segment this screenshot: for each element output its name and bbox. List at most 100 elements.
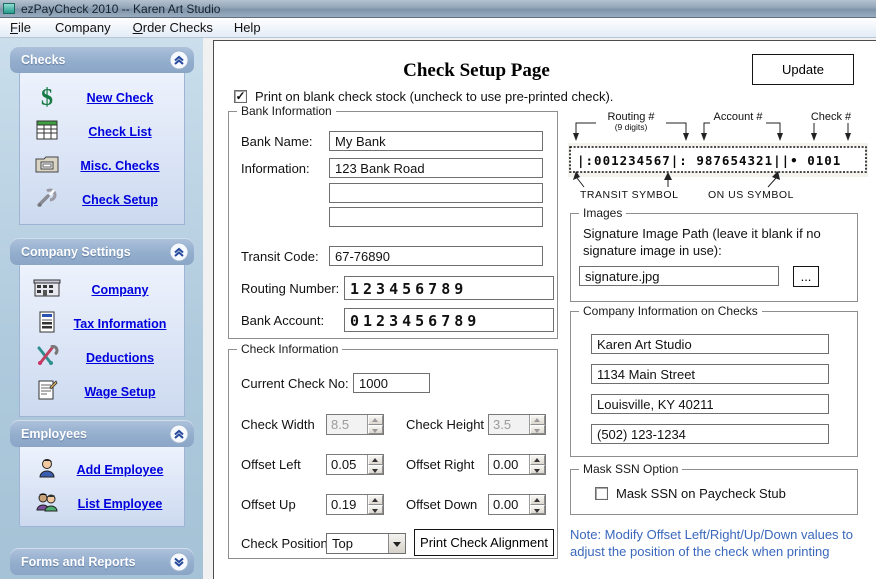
dropdown-arrow-icon[interactable]	[388, 534, 405, 553]
sidebar-item-check-list[interactable]: Check List	[20, 115, 184, 149]
app-window: ezPayCheck 2010 -- Karen Art Studio File…	[0, 0, 876, 579]
bank-name-input[interactable]	[329, 131, 543, 151]
menu-file[interactable]: File	[4, 18, 37, 37]
app-icon	[3, 3, 15, 14]
offset-up-stepper[interactable]: 0.19	[326, 494, 384, 515]
check-height-stepper: 3.5	[488, 414, 546, 435]
sidebar-item-deductions[interactable]: Deductions	[20, 341, 184, 375]
sidebar-link-check-setup[interactable]: Check Setup	[64, 193, 184, 207]
sidebar-link-add-employee[interactable]: Add Employee	[64, 463, 184, 477]
sidebar-link-deductions[interactable]: Deductions	[64, 351, 184, 365]
section-header-checks[interactable]: Checks	[10, 46, 194, 73]
company-phone-input[interactable]	[591, 424, 829, 444]
sidebar-item-tax-information[interactable]: Tax Information	[20, 307, 184, 341]
title-bar: ezPayCheck 2010 -- Karen Art Studio	[0, 0, 876, 18]
routing-digits-label: (9 digits)	[615, 122, 648, 132]
current-check-no-input[interactable]	[353, 373, 430, 393]
bank-information-group: Bank Information Bank Name: Information:…	[228, 111, 558, 339]
menu-bar: File Company Order Checks Help	[0, 18, 876, 38]
account-number-diagram-label: Account #	[714, 111, 764, 123]
sidebar-link-check-list[interactable]: Check List	[64, 125, 184, 139]
offset-right-stepper[interactable]: 0.00	[488, 454, 546, 475]
mask-ssn-legend: Mask SSN Option	[579, 462, 682, 476]
sidebar-link-misc-checks[interactable]: Misc. Checks	[64, 159, 184, 173]
spin-down-icon[interactable]	[530, 505, 545, 515]
micr-diagram: Routing # (9 digits) Account # Check # |…	[568, 107, 870, 201]
check-width-stepper: 8.5	[326, 414, 384, 435]
mask-ssn-checkbox[interactable]	[595, 487, 608, 500]
spin-up-icon[interactable]	[368, 495, 383, 505]
chevron-up-icon[interactable]	[169, 424, 189, 444]
section-header-employees[interactable]: Employees	[10, 420, 194, 447]
bank-account-input[interactable]	[344, 308, 554, 332]
people-icon	[30, 491, 64, 518]
sidebar-section-forms-reports: Forms and Reports	[10, 548, 194, 575]
offset-down-stepper[interactable]: 0.00	[488, 494, 546, 515]
sidebar-item-wage-setup[interactable]: Wage Setup	[20, 375, 184, 409]
section-title: Company Settings	[21, 245, 169, 259]
sidebar-link-tax-information[interactable]: Tax Information	[64, 317, 184, 331]
sidebar-link-new-check[interactable]: New Check	[64, 91, 184, 105]
routing-number-input[interactable]	[344, 276, 554, 300]
section-panel-checks: $ New Check Check List Misc. Checks	[19, 73, 185, 225]
company-street-input[interactable]	[591, 364, 829, 384]
spin-up-icon	[530, 415, 545, 425]
section-header-forms-reports[interactable]: Forms and Reports	[10, 548, 194, 575]
spin-up-icon[interactable]	[530, 455, 545, 465]
spin-down-icon[interactable]	[530, 465, 545, 475]
spin-down-icon	[368, 425, 383, 435]
window-title: ezPayCheck 2010 -- Karen Art Studio	[21, 2, 220, 16]
spin-down-icon[interactable]	[368, 465, 383, 475]
bank-information-input-3[interactable]	[329, 207, 543, 227]
chevron-down-icon[interactable]	[169, 552, 189, 572]
offset-left-stepper[interactable]: 0.05	[326, 454, 384, 475]
sidebar-item-add-employee[interactable]: Add Employee	[20, 453, 184, 487]
dollar-icon: $	[30, 85, 64, 112]
bank-information-legend: Bank Information	[237, 104, 336, 118]
sidebar-section-company-settings: Company Settings Company	[10, 238, 194, 417]
check-setup-page: Check Setup Page Update ✓ Print on blank…	[213, 40, 876, 579]
menu-order-checks[interactable]: Order Checks	[127, 18, 219, 37]
bank-account-label: Bank Account:	[241, 313, 324, 328]
chevron-up-icon[interactable]	[169, 50, 189, 70]
transit-code-input[interactable]	[329, 246, 543, 266]
page-title: Check Setup Page	[354, 60, 599, 82]
offset-right-label: Offset Right	[406, 457, 474, 472]
chevron-up-icon[interactable]	[169, 242, 189, 262]
bank-information-input-2[interactable]	[329, 183, 543, 203]
spin-down-icon[interactable]	[368, 505, 383, 515]
bank-information-input-1[interactable]	[329, 158, 543, 178]
tools-icon	[30, 344, 64, 373]
mask-ssn-row: Mask SSN on Paycheck Stub	[595, 486, 786, 501]
section-header-company-settings[interactable]: Company Settings	[10, 238, 194, 265]
company-city-input[interactable]	[591, 394, 829, 414]
check-width-label: Check Width	[241, 417, 315, 432]
check-position-dropdown[interactable]: Top	[326, 533, 406, 554]
sidebar-item-new-check[interactable]: $ New Check	[20, 81, 184, 115]
company-name-input[interactable]	[591, 334, 829, 354]
sidebar-item-list-employee[interactable]: List Employee	[20, 487, 184, 521]
spin-up-icon[interactable]	[530, 495, 545, 505]
sidebar-item-check-setup[interactable]: Check Setup	[20, 183, 184, 217]
sidebar-link-list-employee[interactable]: List Employee	[64, 497, 184, 511]
browse-button[interactable]: ...	[793, 266, 819, 287]
blank-stock-checkbox[interactable]: ✓	[234, 90, 247, 103]
sidebar-divider	[203, 38, 213, 579]
mask-ssn-group: Mask SSN Option Mask SSN on Paycheck Stu…	[570, 469, 858, 515]
menu-help[interactable]: Help	[228, 18, 267, 37]
sidebar-item-misc-checks[interactable]: Misc. Checks	[20, 149, 184, 183]
signature-path-input[interactable]	[579, 266, 779, 286]
print-check-alignment-button[interactable]: Print Check Alignment	[414, 529, 554, 556]
update-button[interactable]: Update	[752, 54, 854, 85]
sidebar-item-company[interactable]: Company	[20, 273, 184, 307]
check-width-value: 8.5	[327, 415, 367, 434]
sidebar-link-company[interactable]: Company	[64, 283, 184, 297]
building-icon	[30, 278, 64, 303]
folder-printer-icon	[30, 153, 64, 180]
menu-company[interactable]: Company	[49, 18, 117, 37]
sidebar-link-wage-setup[interactable]: Wage Setup	[64, 385, 184, 399]
on-us-symbol-label: ON US SYMBOL	[708, 189, 794, 201]
check-position-label: Check Position	[241, 536, 328, 551]
spin-up-icon[interactable]	[368, 455, 383, 465]
section-title: Checks	[21, 53, 169, 67]
